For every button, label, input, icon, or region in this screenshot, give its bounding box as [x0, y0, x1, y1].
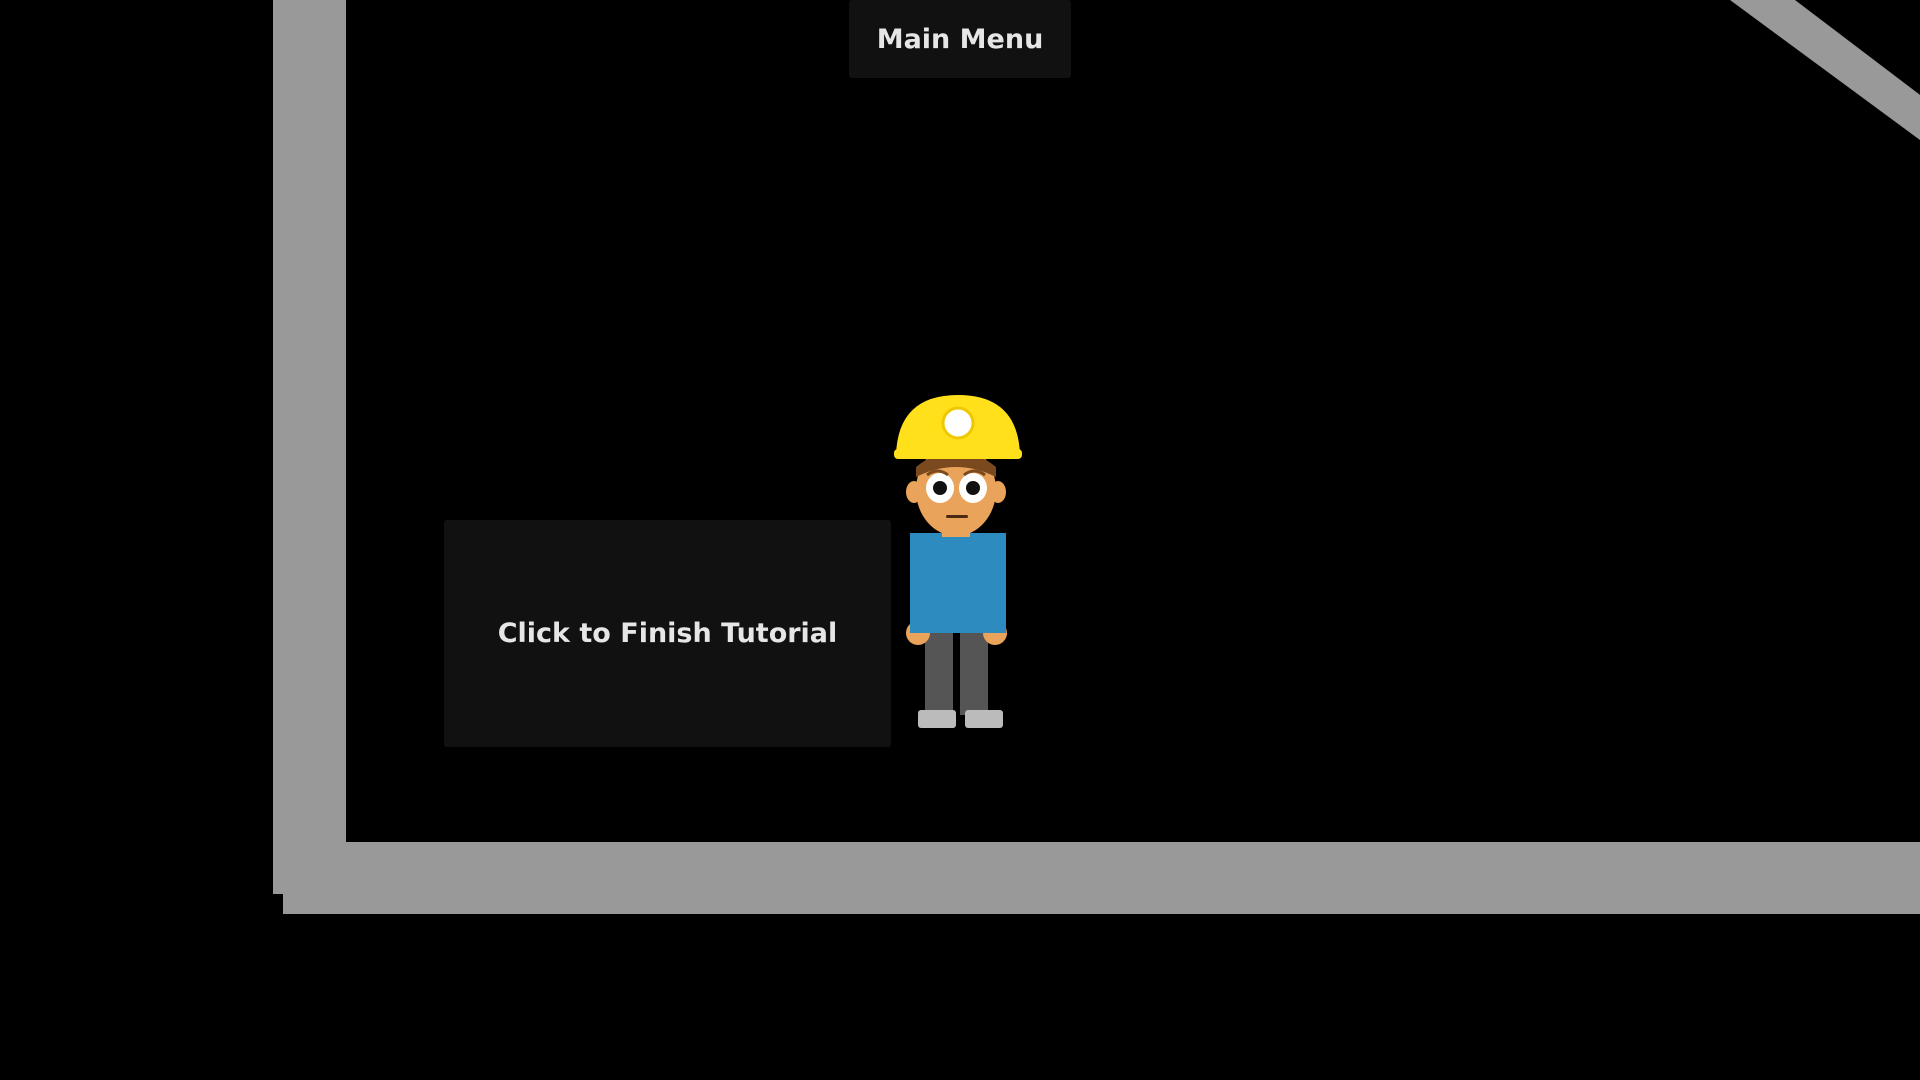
finish-tutorial-button[interactable]: Click to Finish Tutorial [444, 520, 891, 747]
game-stage: Main Menu Click to Finish Tutorial [0, 0, 1920, 1080]
diagonal-wall [1730, 0, 1920, 140]
left-wall [273, 0, 346, 894]
main-menu-label: Main Menu [876, 23, 1044, 55]
finish-tutorial-label: Click to Finish Tutorial [497, 618, 838, 649]
floor-wall [283, 842, 1920, 914]
miner-character-icon [894, 395, 1022, 728]
main-menu-button[interactable]: Main Menu [849, 0, 1071, 78]
